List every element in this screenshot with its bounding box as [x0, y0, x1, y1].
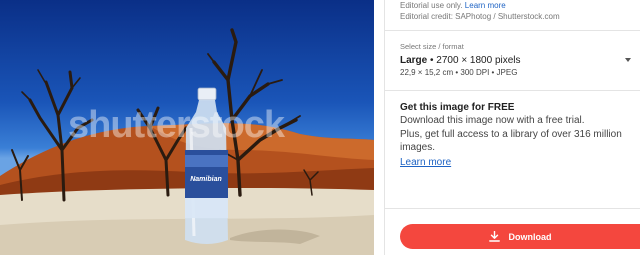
free-title: Get this image for FREE — [400, 102, 515, 113]
editorial-text: Editorial use only. — [400, 1, 463, 10]
size-name: Large — [400, 55, 428, 66]
section-divider — [385, 90, 640, 91]
free-learn-more-link[interactable]: Learn more — [400, 157, 451, 168]
download-icon — [488, 231, 500, 242]
editorial-notice: Editorial use only. Learn more — [400, 0, 506, 11]
size-pixels: • 2700 × 1800 pixels — [427, 55, 521, 66]
editorial-credit: Editorial credit: SAPhotog / Shutterstoc… — [400, 12, 560, 21]
size-label: Select size / format — [400, 42, 464, 51]
panel-divider — [384, 0, 385, 255]
section-divider — [385, 30, 640, 31]
editorial-learn-more-link[interactable]: Learn more — [465, 1, 506, 10]
free-description: Download this image now with a free tria… — [400, 114, 636, 155]
watermark: shutterstock — [68, 104, 285, 146]
free-line-2: Plus, get full access to a library of ov… — [400, 128, 622, 154]
details-panel: Editorial use only. Learn more Editorial… — [384, 0, 640, 255]
download-button[interactable]: Download — [400, 224, 640, 249]
size-selected: Large • 2700 × 1800 pixels — [400, 55, 521, 66]
stock-photo[interactable]: Namibian shutterstock — [0, 0, 374, 255]
gutter — [374, 0, 384, 255]
section-divider — [385, 208, 640, 209]
free-line-1: Download this image now with a free tria… — [400, 115, 585, 126]
chevron-down-icon[interactable] — [625, 58, 631, 62]
size-details: 22,9 × 15,2 cm • 300 DPI • JPEG — [400, 68, 518, 77]
svg-text:Namibian: Namibian — [190, 176, 222, 183]
download-label: Download — [508, 231, 552, 242]
